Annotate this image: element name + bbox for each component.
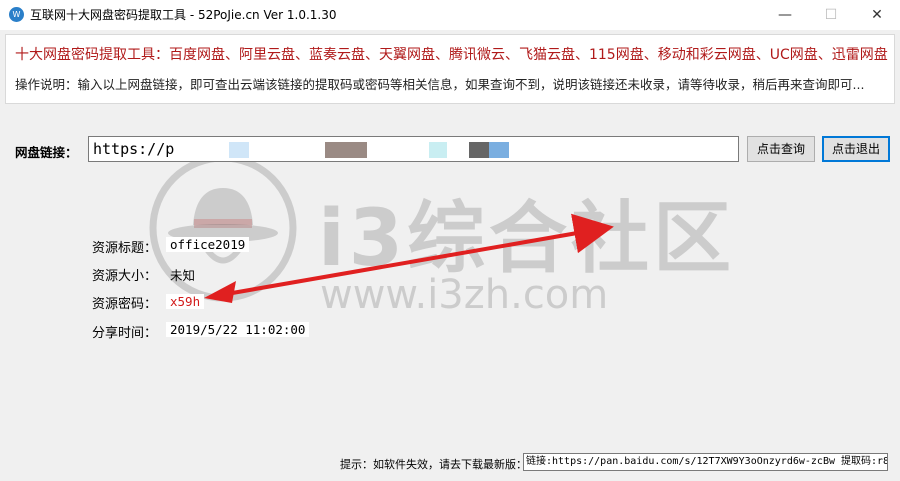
share-time-value: 2019/5/22 11:02:00 [166,322,310,337]
update-hint-label: 提示：如软件失效，请去下载最新版： [340,458,527,471]
redaction-block [489,142,509,158]
title-value: office2019 [166,237,250,252]
size-value: 未知 [170,268,196,283]
size-label: 资源大小： [92,269,158,284]
header-panel: 十大网盘密码提取工具：百度网盘、阿里云盘、蓝奏云盘、天翼网盘、腾讯微云、飞猫云盘… [5,34,895,104]
redaction-block [325,142,367,158]
title-bar: W 互联网十大网盘密码提取工具 - 52PoJie.cn Ver 1.0.1.3… [0,0,900,30]
download-link-field[interactable]: 链接:https://pan.baidu.com/s/12T7XW9Y3oOnz… [523,453,888,471]
query-button[interactable]: 点击查询 [747,136,815,162]
link-input[interactable]: https://p [88,136,739,162]
redaction-block [229,142,249,158]
minimize-button[interactable]: — [762,0,808,30]
redaction-block [469,142,489,158]
password-label: 资源密码： [92,297,158,312]
title-label: 资源标题： [92,241,158,256]
instructions-text: 操作说明：输入以上网盘链接，即可查出云端该链接的提取码或密码等相关信息，如果查询… [15,77,865,92]
redaction-block [429,142,447,158]
app-icon: W [9,7,24,22]
supported-services-text: 十大网盘密码提取工具：百度网盘、阿里云盘、蓝奏云盘、天翼网盘、腾讯微云、飞猫云盘… [15,47,888,63]
exit-button[interactable]: 点击退出 [822,136,890,162]
share-time-label: 分享时间： [92,326,158,341]
password-value: x59h [166,294,205,309]
window-title: 互联网十大网盘密码提取工具 - 52PoJie.cn Ver 1.0.1.30 [30,8,337,22]
link-input-value: https://p [93,140,175,158]
link-label: 网盘链接： [15,145,78,160]
close-button[interactable]: ✕ [854,0,900,30]
maximize-button[interactable]: ☐ [808,0,854,30]
watermark-url: www.i3zh.com [320,272,609,318]
